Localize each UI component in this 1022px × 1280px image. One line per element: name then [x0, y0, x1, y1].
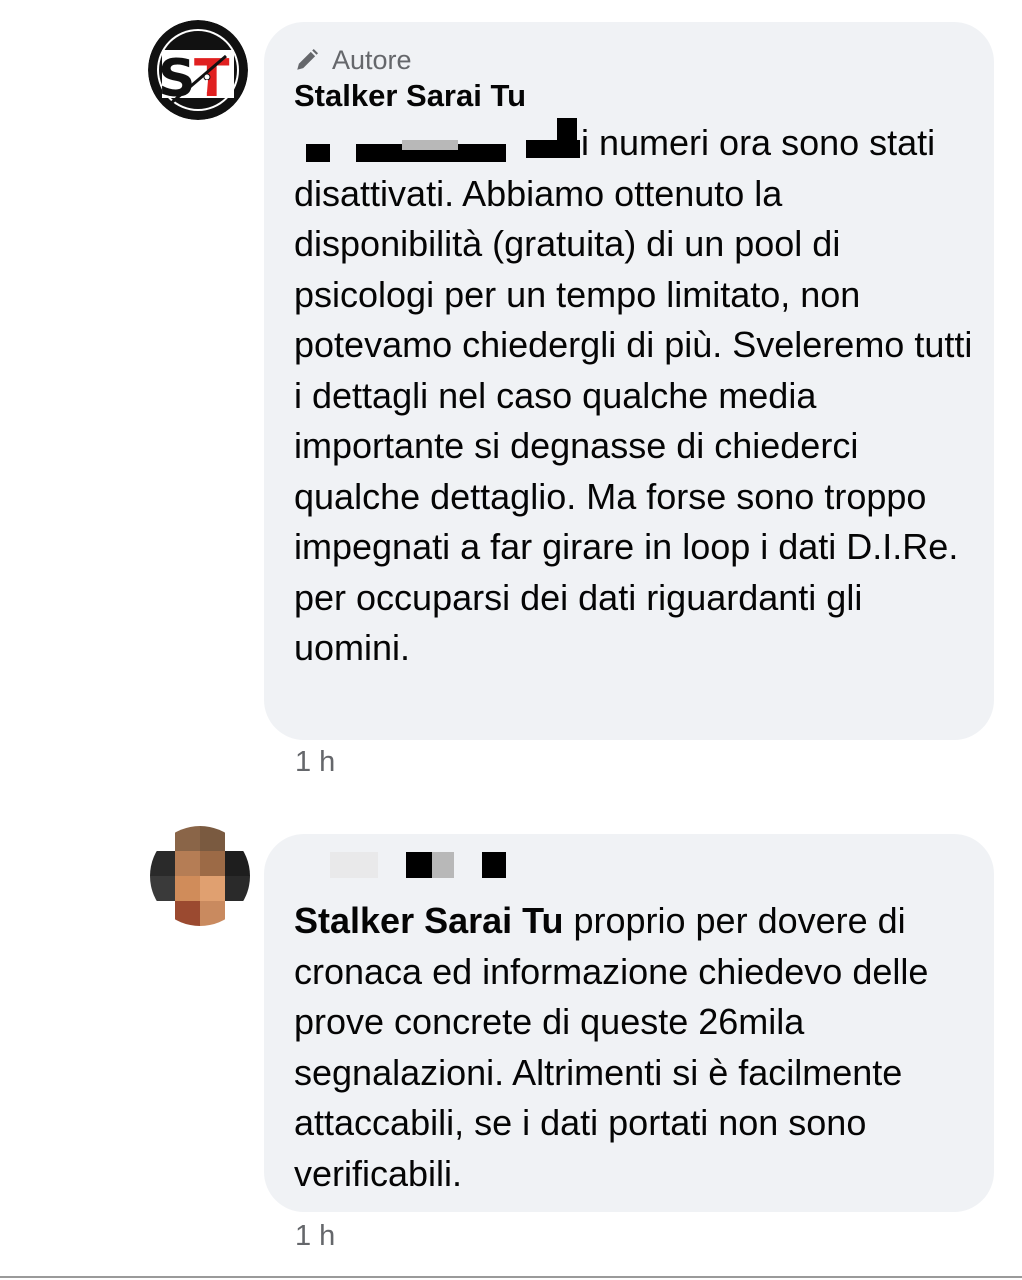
st-logo-icon: S T	[148, 20, 248, 120]
redacted-author-name	[432, 852, 454, 878]
comment-timestamp[interactable]: 1 h	[295, 1220, 335, 1253]
author-badge: Autore	[294, 44, 412, 76]
redacted-author-name	[330, 852, 378, 878]
comment-bubble[interactable]: Autore Stalker Sarai Tu i numeri ora son…	[264, 22, 994, 740]
comment-text: Stalker Sarai Tu proprio per dovere di c…	[294, 896, 974, 1199]
badge-label: Autore	[332, 44, 412, 75]
divider	[0, 1276, 1022, 1278]
pixelated-avatar-icon	[150, 826, 250, 926]
redacted-author-name	[482, 852, 506, 878]
comment-timestamp[interactable]: 1 h	[295, 746, 335, 779]
comment-author-name[interactable]: Stalker Sarai Tu	[294, 78, 526, 114]
redacted-author-name	[406, 852, 432, 878]
comment-thread: S T Autore Stalker Sarai Tu i numeri ora…	[0, 0, 1022, 1280]
comment-bubble[interactable]: Stalker Sarai Tu proprio per dovere di c…	[264, 834, 994, 1212]
comment-body: proprio per dovere di cronaca ed informa…	[294, 900, 929, 1194]
user-avatar[interactable]	[150, 826, 250, 926]
mention-link[interactable]: Stalker Sarai Tu	[294, 900, 563, 941]
pencil-icon	[297, 48, 319, 70]
comment-text: i numeri ora sono stati disattivati. Abb…	[294, 122, 973, 668]
author-avatar[interactable]: S T	[148, 20, 248, 120]
